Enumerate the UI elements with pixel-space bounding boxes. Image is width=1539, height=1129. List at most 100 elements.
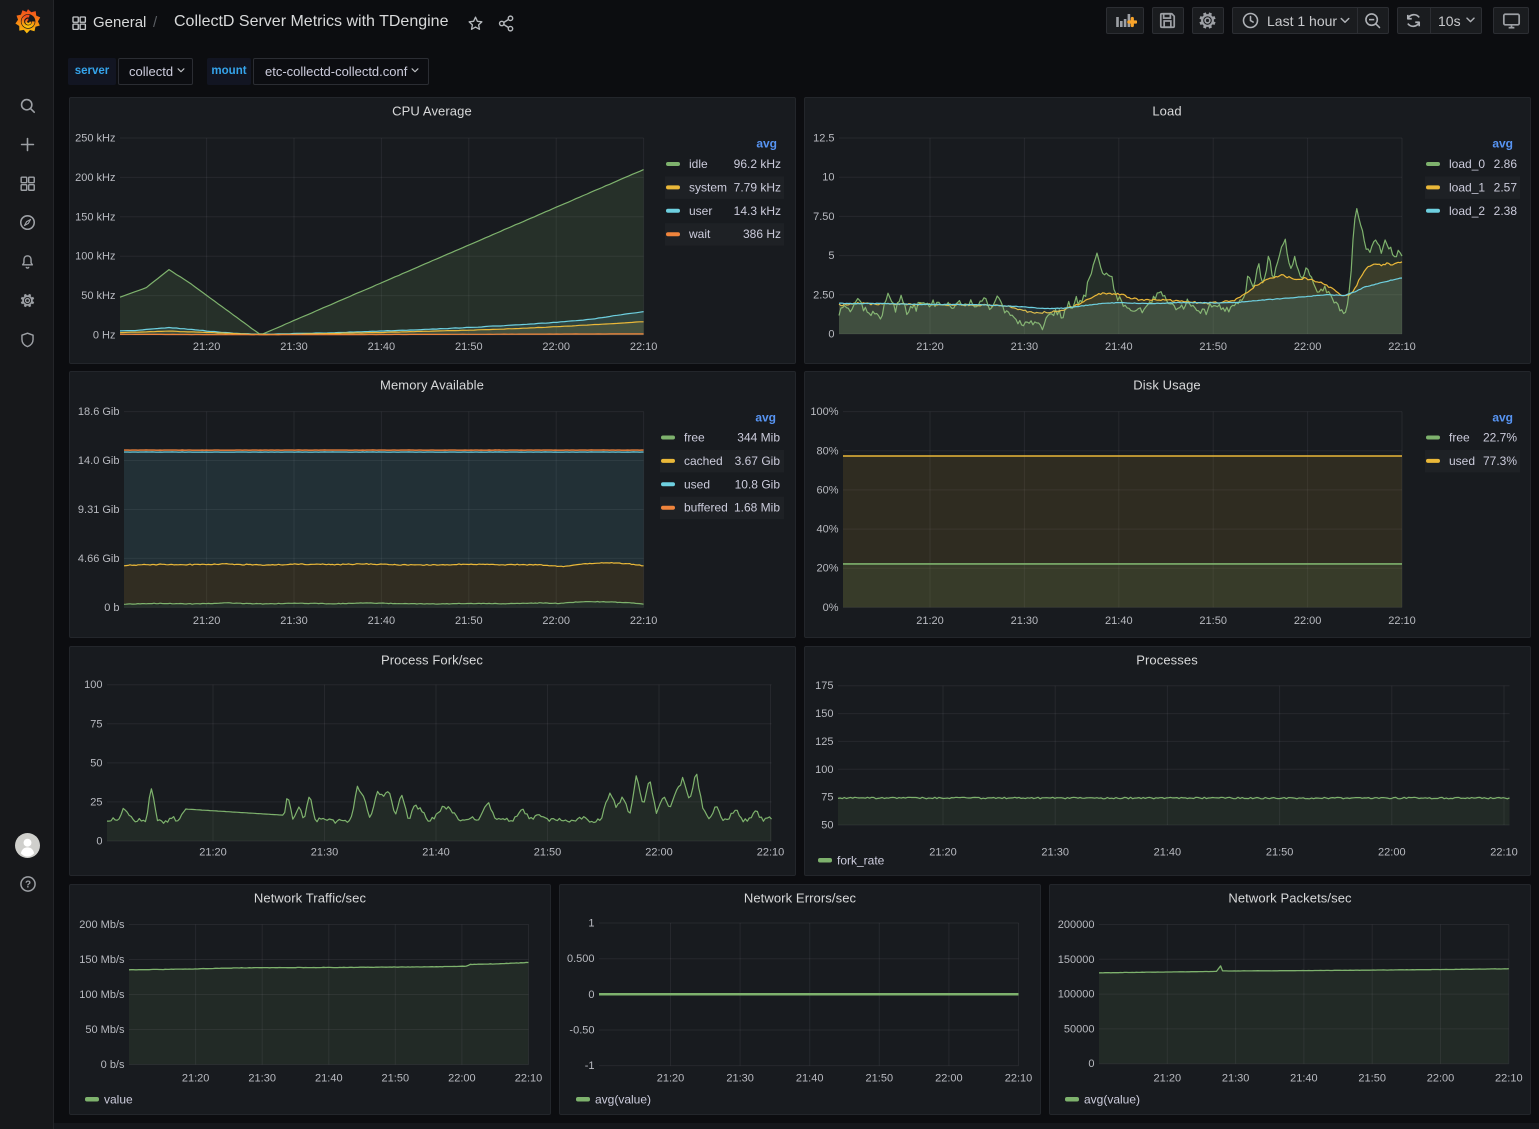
svg-text:100%: 100% (810, 406, 838, 418)
svg-text:22:00: 22:00 (645, 847, 673, 859)
svg-text:21:50: 21:50 (1199, 615, 1227, 627)
svg-text:21:40: 21:40 (1290, 1073, 1318, 1085)
svg-text:0: 0 (588, 989, 594, 1001)
svg-text:22:10: 22:10 (757, 847, 785, 859)
svg-text:12.5: 12.5 (813, 133, 834, 145)
svg-text:100000: 100000 (1058, 989, 1095, 1001)
svg-text:user: user (689, 204, 712, 218)
svg-text:21:50: 21:50 (866, 1073, 894, 1085)
svg-text:22:00: 22:00 (1294, 341, 1322, 353)
svg-text:22:10: 22:10 (515, 1073, 543, 1085)
svg-text:50: 50 (90, 757, 102, 769)
svg-text:avg: avg (756, 137, 777, 151)
svg-text:21:20: 21:20 (929, 847, 957, 859)
svg-text:10.8 Gib: 10.8 Gib (735, 477, 781, 491)
svg-text:21:40: 21:40 (1105, 615, 1133, 627)
svg-text:Network Traffic/sec: Network Traffic/sec (254, 891, 367, 906)
svg-text:21:30: 21:30 (1041, 847, 1069, 859)
svg-text:75: 75 (90, 718, 102, 730)
svg-text:-0.50: -0.50 (569, 1025, 594, 1037)
svg-text:21:30: 21:30 (1011, 341, 1039, 353)
svg-text:avg: avg (1492, 137, 1513, 151)
svg-text:21:20: 21:20 (1154, 1073, 1182, 1085)
svg-text:21:50: 21:50 (455, 615, 483, 627)
svg-text:22:10: 22:10 (1005, 1073, 1033, 1085)
svg-text:21:20: 21:20 (182, 1073, 210, 1085)
svg-text:21:50: 21:50 (1266, 847, 1294, 859)
svg-text:21:20: 21:20 (916, 615, 944, 627)
svg-text:150 Mb/s: 150 Mb/s (79, 954, 125, 966)
svg-text:21:30: 21:30 (1222, 1073, 1250, 1085)
svg-text:Process Fork/sec: Process Fork/sec (381, 653, 483, 668)
svg-text:22:10: 22:10 (1388, 341, 1416, 353)
svg-text:2.38: 2.38 (1494, 204, 1518, 218)
svg-text:21:50: 21:50 (1199, 341, 1227, 353)
svg-text:386 Hz: 386 Hz (743, 227, 781, 241)
svg-text:22:00: 22:00 (542, 341, 570, 353)
svg-text:22:10: 22:10 (630, 341, 658, 353)
svg-text:21:40: 21:40 (368, 615, 396, 627)
svg-text:0: 0 (1088, 1058, 1094, 1070)
svg-text:21:40: 21:40 (422, 847, 450, 859)
svg-text:0 b/s: 0 b/s (101, 1059, 125, 1071)
svg-text:used: used (684, 477, 710, 491)
svg-text:14.3 kHz: 14.3 kHz (734, 204, 781, 218)
svg-text:system: system (689, 180, 727, 194)
svg-text:Disk Usage: Disk Usage (1133, 378, 1200, 393)
svg-text:free: free (1449, 431, 1470, 445)
svg-text:22:00: 22:00 (448, 1073, 476, 1085)
svg-text:21:40: 21:40 (315, 1073, 343, 1085)
svg-text:80%: 80% (816, 445, 838, 457)
svg-text:22:00: 22:00 (1427, 1073, 1455, 1085)
svg-text:?: ? (25, 880, 31, 891)
svg-text:cached: cached (684, 454, 723, 468)
svg-text:21:40: 21:40 (368, 341, 396, 353)
svg-text:21:30: 21:30 (280, 341, 308, 353)
svg-text:50 Mb/s: 50 Mb/s (85, 1024, 125, 1036)
svg-text:21:30: 21:30 (248, 1073, 276, 1085)
svg-text:14.0 Gib: 14.0 Gib (78, 455, 120, 467)
svg-text:18.6 Gib: 18.6 Gib (78, 406, 120, 418)
svg-text:175: 175 (815, 680, 833, 692)
svg-text:21:30: 21:30 (726, 1073, 754, 1085)
svg-text:22.7%: 22.7% (1483, 431, 1517, 445)
svg-text:1.68 Mib: 1.68 Mib (734, 501, 780, 515)
svg-text:Memory Available: Memory Available (380, 378, 484, 393)
svg-text:22:00: 22:00 (1294, 615, 1322, 627)
svg-text:200 Mb/s: 200 Mb/s (79, 919, 125, 931)
svg-text:0 b: 0 b (104, 602, 119, 614)
svg-text:20%: 20% (816, 563, 838, 575)
svg-text:21:50: 21:50 (534, 847, 562, 859)
svg-text:value: value (104, 1093, 133, 1107)
svg-text:50000: 50000 (1064, 1023, 1095, 1035)
svg-text:150 kHz: 150 kHz (75, 211, 115, 223)
svg-text:avg(value): avg(value) (595, 1093, 651, 1107)
svg-text:free: free (684, 431, 705, 445)
svg-text:load_2: load_2 (1449, 204, 1485, 218)
svg-text:0.500: 0.500 (567, 953, 595, 965)
svg-text:CPU Average: CPU Average (392, 104, 472, 119)
svg-text:21:20: 21:20 (199, 847, 227, 859)
svg-text:avg(value): avg(value) (1084, 1093, 1140, 1107)
svg-text:Load: Load (1152, 104, 1181, 119)
svg-text:21:40: 21:40 (1154, 847, 1182, 859)
svg-text:buffered: buffered (684, 501, 728, 515)
svg-text:fork_rate: fork_rate (837, 854, 885, 868)
svg-text:96.2 kHz: 96.2 kHz (734, 157, 781, 171)
svg-text:21:30: 21:30 (280, 615, 308, 627)
svg-text:idle: idle (689, 157, 708, 171)
svg-text:77.3%: 77.3% (1483, 454, 1517, 468)
svg-text:2.50: 2.50 (813, 289, 834, 301)
svg-text:21:30: 21:30 (1011, 615, 1039, 627)
svg-text:22:10: 22:10 (1495, 1073, 1523, 1085)
svg-text:2.86: 2.86 (1494, 157, 1518, 171)
svg-text:0%: 0% (823, 602, 839, 614)
svg-text:5: 5 (828, 250, 834, 262)
svg-text:load_0: load_0 (1449, 157, 1485, 171)
svg-text:avg: avg (755, 411, 776, 425)
svg-text:100 Mb/s: 100 Mb/s (79, 989, 125, 1001)
svg-text:22:00: 22:00 (1378, 847, 1406, 859)
svg-text:125: 125 (815, 736, 833, 748)
svg-text:Network Errors/sec: Network Errors/sec (744, 891, 857, 906)
svg-text:22:10: 22:10 (1490, 847, 1518, 859)
